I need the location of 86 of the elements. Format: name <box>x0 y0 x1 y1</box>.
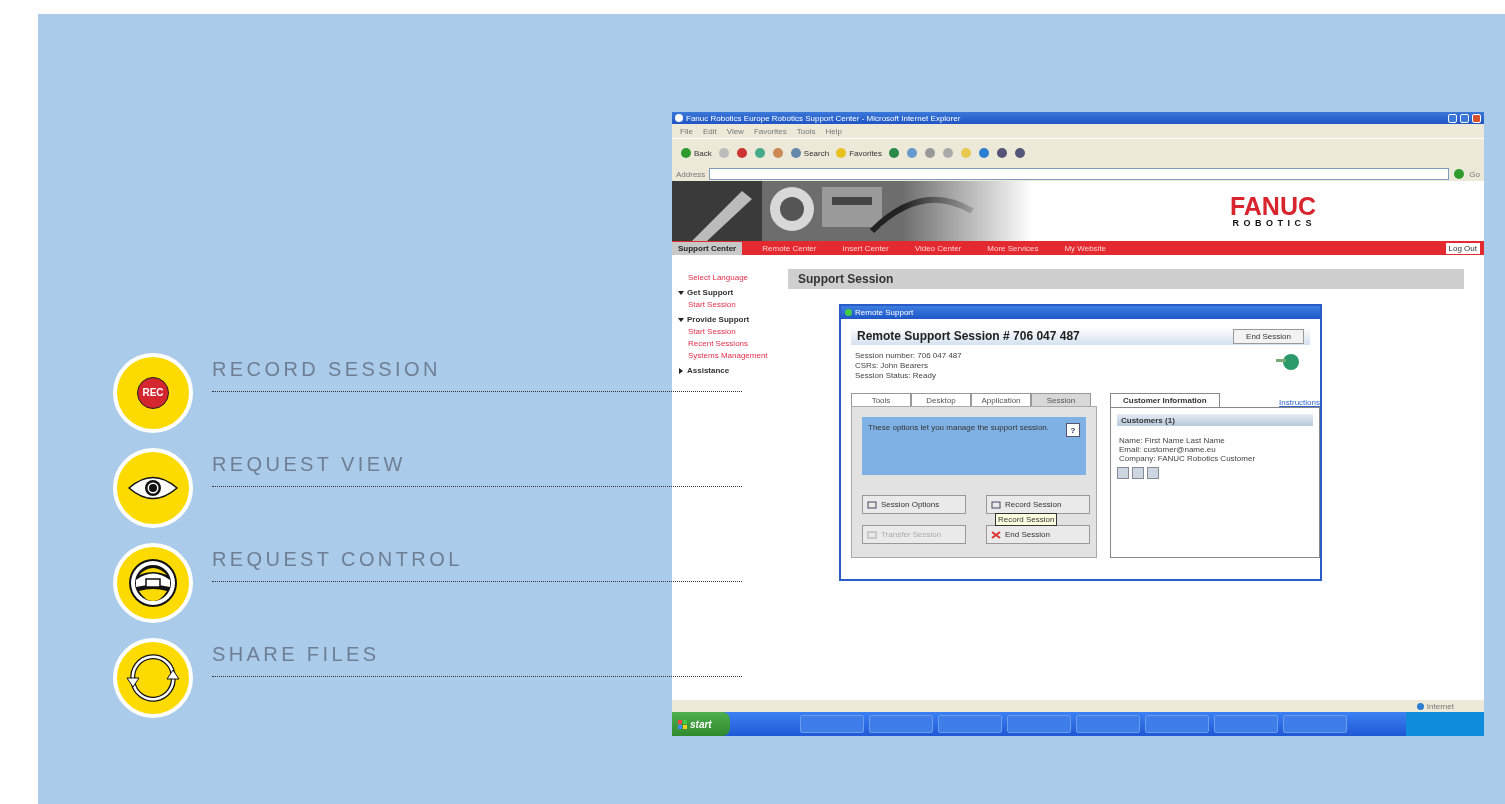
logo-text: FANUC <box>1229 194 1316 218</box>
hint-text: These options let you manage the support session. <box>868 423 1050 432</box>
sidebar-section[interactable]: Provide Support <box>687 315 750 324</box>
toolbar-label[interactable]: Back <box>694 148 712 158</box>
toolbar-button[interactable] <box>1117 467 1129 479</box>
nav-tab[interactable]: More Services <box>981 241 1045 255</box>
nav-tab[interactable]: Remote Center <box>756 241 823 255</box>
taskbar-button[interactable] <box>1213 715 1278 733</box>
instructions-link[interactable]: Instructions <box>1279 398 1320 407</box>
rec-icon: REC <box>137 376 169 409</box>
nav-tab[interactable]: Insert Center <box>836 241 895 255</box>
session-info: Session Status: Ready <box>855 371 937 381</box>
customers-heading: Customers (1) <box>1117 414 1313 426</box>
sidebar-link[interactable]: Start Session <box>678 300 782 309</box>
expanded-arrow-icon[interactable] <box>678 316 684 323</box>
taskbar-button[interactable] <box>1144 715 1209 733</box>
logo-subtitle: ROBOTICS <box>1232 218 1316 228</box>
logout-button[interactable]: Log Out <box>1445 242 1480 254</box>
action-button[interactable]: End Session <box>986 525 1090 544</box>
taskbar-button[interactable] <box>799 715 864 733</box>
address-field[interactable] <box>709 168 1450 180</box>
menu-item[interactable]: View <box>726 126 744 136</box>
tab[interactable]: Application <box>971 393 1031 406</box>
taskbar-button[interactable] <box>1282 715 1347 733</box>
sidebar-link[interactable]: Start Session <box>678 327 782 336</box>
tab[interactable]: Tools <box>851 393 911 406</box>
app-icon <box>845 309 852 316</box>
dialog-title: Remote Support <box>855 308 914 317</box>
go-label[interactable]: Go <box>1469 169 1480 179</box>
page-heading: Support Session <box>788 269 1464 289</box>
session-info: CSRs: John Bearers <box>855 361 929 371</box>
session-heading: Remote Support Session # 706 047 487 <box>857 329 1081 343</box>
window-icon <box>867 500 877 509</box>
customer-info: Company: FANUC Robotics Customer <box>1118 454 1257 463</box>
toolbar-label[interactable]: Favorites <box>849 148 883 158</box>
toolbar-button[interactable] <box>1147 467 1159 479</box>
customer-info: Email: customer@name.eu <box>1118 445 1217 454</box>
sidebar-link[interactable]: Recent Sessions <box>678 339 782 348</box>
browser-icon <box>675 114 683 122</box>
sidebar-section[interactable]: Get Support <box>687 288 734 297</box>
session-info: Session number: 706 047 487 <box>855 351 962 361</box>
eye-icon <box>128 474 178 501</box>
feature-label: REQUEST CONTROL <box>212 548 463 571</box>
taskbar-button[interactable] <box>1006 715 1071 733</box>
nav-tab[interactable]: Video Center <box>908 241 968 255</box>
sidebar-link[interactable]: Select Language <box>678 273 782 282</box>
steering-wheel-icon <box>127 556 179 609</box>
customer-info: Name: First Name Last Name <box>1118 436 1226 445</box>
feature-label: SHARE FILES <box>212 643 380 666</box>
menu-item[interactable]: Tools <box>796 126 816 136</box>
tooltip: Record Session <box>995 513 1058 526</box>
tab[interactable]: Session <box>1031 393 1091 406</box>
menu-item[interactable]: File <box>680 126 693 136</box>
taskbar-button[interactable] <box>1075 715 1140 733</box>
action-button[interactable]: Session Options <box>862 495 966 514</box>
sidebar-section[interactable]: Assistance <box>687 366 730 375</box>
zone-label: Internet <box>1426 701 1454 711</box>
address-label: Address <box>676 169 706 179</box>
close-button[interactable] <box>1472 113 1481 123</box>
window-icon <box>991 500 1001 509</box>
menu-item[interactable]: Edit <box>702 126 717 136</box>
tab[interactable]: Customer Information <box>1110 393 1220 407</box>
action-button[interactable]: Record Session <box>986 495 1090 514</box>
maximize-button[interactable] <box>1460 113 1469 123</box>
minimize-button[interactable] <box>1448 113 1457 123</box>
windows-logo-icon <box>678 719 687 729</box>
window-title: Fanuc Robotics Europe Robotics Support Center - Microsoft Internet Explorer <box>686 113 962 123</box>
taskbar-button[interactable] <box>937 715 1002 733</box>
menu-item[interactable]: Favorites <box>753 126 787 136</box>
collapsed-arrow-icon[interactable] <box>678 367 684 374</box>
toolbar-button[interactable] <box>1132 467 1144 479</box>
nav-tab[interactable]: Support Center <box>672 241 743 255</box>
feature-label: RECORD SESSION <box>212 358 441 381</box>
taskbar-button[interactable] <box>868 715 933 733</box>
tab[interactable]: Desktop <box>911 393 971 406</box>
start-button[interactable]: start <box>672 712 730 736</box>
end-session-button[interactable]: End Session <box>1233 328 1304 344</box>
window-icon <box>867 530 877 539</box>
close-icon <box>991 530 1001 539</box>
menu-item[interactable]: Help <box>825 126 842 136</box>
sidebar-link[interactable]: Systems Management <box>678 351 782 360</box>
feature-label: REQUEST VIEW <box>212 453 406 476</box>
nav-tab[interactable]: My Website <box>1058 241 1113 255</box>
toolbar-label[interactable]: Search <box>803 148 830 158</box>
help-button[interactable]: ? <box>1066 423 1080 437</box>
expanded-arrow-icon[interactable] <box>678 289 684 296</box>
